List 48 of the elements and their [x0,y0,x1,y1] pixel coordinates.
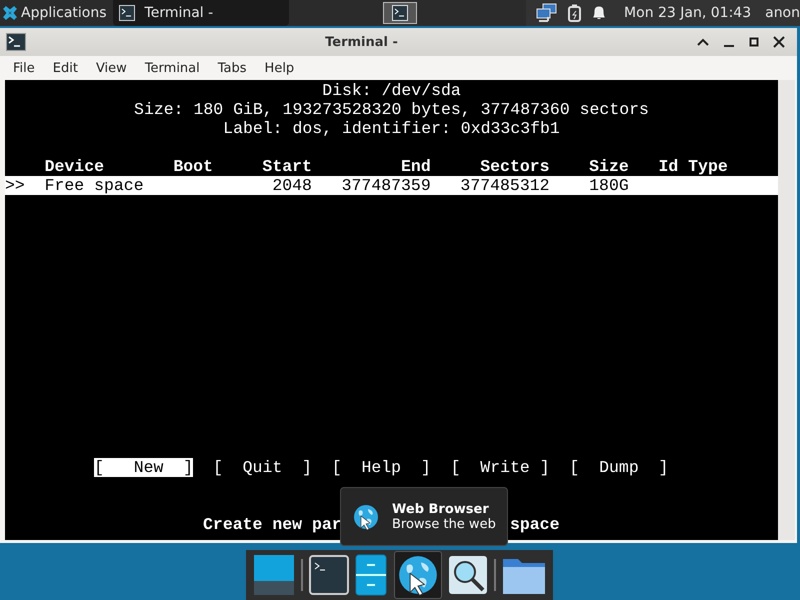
logo-icon [3,6,17,20]
disk-title: Disk: /dev/sda [321,81,462,100]
network-icon[interactable] [536,3,558,23]
globe-icon [352,502,380,530]
terminal-icon[interactable] [309,555,350,595]
action-button[interactable]: [ Dump ] [569,458,668,477]
menu-item[interactable]: View [96,60,127,76]
column-header: Device [44,157,106,176]
tooltip-title: Web Browser [392,502,490,516]
action-button[interactable]: [ Quit ] [212,458,312,477]
terminal-icon [392,5,408,21]
menu-item[interactable]: File [13,60,35,76]
window-icon[interactable] [253,554,296,596]
disk-size: Size: 180 GiB, 193273528320 bytes, 377487360 sectors [133,100,650,119]
terminal-icon [118,5,135,21]
search-icon[interactable] [448,555,488,595]
terminal-icon [6,33,26,51]
action-button[interactable]: [ Write ] [450,458,550,477]
action-button[interactable]: [ New ] [94,458,194,477]
window-title: Terminal - [324,34,399,50]
shade-icon[interactable] [697,37,709,47]
disk-label: Label: dos, identifier: 0xd33c3fb1 [222,119,561,138]
status-text: Create new par [203,515,342,534]
workspace-switcher[interactable] [382,2,417,24]
battery-icon[interactable] [568,4,582,22]
partition-row[interactable]: >> Free space 2048 377487359 377485312 180G [5,176,778,195]
action-button[interactable]: [ Help ] [332,458,431,477]
tooltip-subtitle: Browse the web [392,516,496,532]
user-menu[interactable]: anon [765,5,800,21]
column-header: End [400,157,431,176]
clock[interactable]: Mon 23 Jan, 01:43 [624,5,752,21]
menu-item[interactable]: Edit [52,60,78,76]
file-cabinet-icon[interactable] [355,554,388,596]
close-icon[interactable] [773,36,785,48]
column-header: Boot [173,157,214,176]
menu-item[interactable]: Help [264,60,294,76]
status-text: space [510,515,560,534]
maximize-icon[interactable] [749,37,759,47]
column-header: Id Type [657,157,728,176]
taskbar-button[interactable]: Terminal - [112,0,289,26]
applications-menu[interactable]: Applications [0,5,113,21]
scrollbar[interactable] [778,80,795,540]
menu-item[interactable]: Terminal [144,60,200,76]
column-header: Size [588,157,629,176]
menu-item[interactable]: Tabs [218,60,247,76]
column-header: Start [262,157,312,176]
bell-icon[interactable] [592,5,606,21]
column-header: Sectors [479,157,550,176]
